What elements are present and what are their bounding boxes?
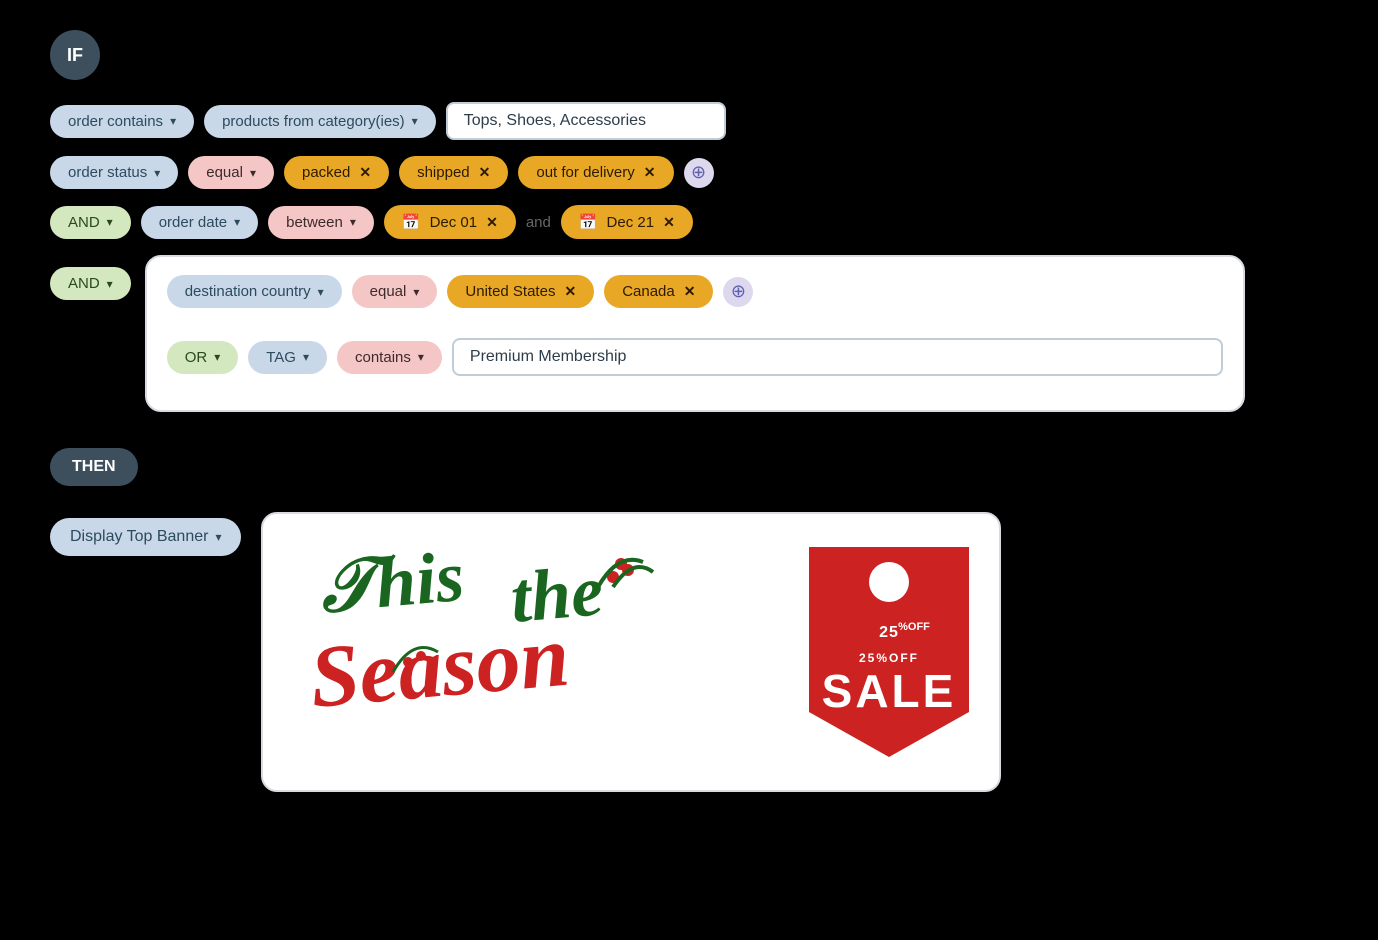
then-badge: THEN (50, 448, 138, 486)
shipped-tag[interactable]: shipped ✕ (399, 156, 508, 189)
tag-pill[interactable]: TAG ▾ (248, 341, 327, 374)
out-for-delivery-tag[interactable]: out for delivery ✕ (518, 156, 673, 189)
banner-area: Display Top Banner ▾ 𝒯his (50, 512, 1328, 792)
svg-text:25%OFF: 25%OFF (859, 651, 919, 665)
chevron-down-icon: ▾ (234, 215, 240, 229)
packed-tag[interactable]: packed ✕ (284, 156, 389, 189)
price-tag-area: 25 %OFF 25%OFF SALE (789, 547, 989, 757)
date2-pill[interactable]: 📅 Dec 21 ✕ (561, 205, 693, 239)
order-status-pill[interactable]: order status ▾ (50, 156, 178, 189)
banner-preview: 𝒯his the Season (261, 512, 1001, 792)
banner-svg: 𝒯his the Season (303, 532, 723, 772)
if-badge: IF (50, 30, 100, 80)
remove-date2-icon[interactable]: ✕ (663, 214, 675, 231)
order-contains-pill[interactable]: order contains ▾ (50, 105, 194, 138)
banner-text: 𝒯his the Season (273, 532, 789, 772)
nested-condition-box: destination country ▾ equal ▾ United Sta… (145, 255, 1245, 412)
chevron-down-icon: ▾ (107, 215, 113, 229)
chevron-down-icon: ▾ (350, 215, 356, 229)
order-date-pill[interactable]: order date ▾ (141, 206, 258, 239)
chevron-down-icon: ▾ (318, 285, 324, 299)
remove-delivery-icon[interactable]: ✕ (644, 164, 656, 181)
display-top-banner-pill[interactable]: Display Top Banner ▾ (50, 518, 241, 556)
between-pill[interactable]: between ▾ (268, 206, 374, 239)
chevron-down-icon: ▾ (214, 350, 220, 364)
condition-row-4: AND ▾ destination country ▾ equal ▾ Unit… (50, 255, 1328, 412)
destination-country-pill[interactable]: destination country ▾ (167, 275, 342, 308)
add-country-button[interactable]: ⊕ (723, 277, 753, 307)
date1-pill[interactable]: 📅 Dec 01 ✕ (384, 205, 516, 239)
chevron-down-icon: ▾ (418, 350, 424, 364)
contains-pill[interactable]: contains ▾ (337, 341, 442, 374)
chevron-down-icon: ▾ (154, 166, 160, 180)
remove-date1-icon[interactable]: ✕ (486, 214, 498, 231)
banner-content: 𝒯his the Season (263, 514, 999, 790)
remove-packed-icon[interactable]: ✕ (359, 164, 371, 181)
svg-text:%OFF: %OFF (899, 621, 931, 633)
and-text: and (526, 214, 551, 231)
chevron-down-icon: ▾ (170, 114, 176, 128)
chevron-down-icon: ▾ (303, 350, 309, 364)
chevron-down-icon: ▾ (215, 530, 221, 544)
category-input[interactable] (446, 102, 726, 140)
condition-row-3: AND ▾ order date ▾ between ▾ 📅 Dec 01 ✕ … (50, 205, 1328, 239)
united-states-tag[interactable]: United States ✕ (447, 275, 594, 308)
and-pill-1[interactable]: AND ▾ (50, 206, 131, 239)
svg-text:SALE: SALE (822, 665, 957, 717)
price-tag-svg: 25 %OFF 25%OFF SALE (799, 547, 979, 757)
or-pill[interactable]: OR ▾ (167, 341, 239, 374)
condition-row-2: order status ▾ equal ▾ packed ✕ shipped … (50, 156, 1328, 189)
calendar-icon: 📅 (579, 213, 598, 231)
membership-input[interactable] (452, 338, 1223, 376)
if-section: IF order contains ▾ products from catego… (50, 30, 1328, 412)
equal-pill[interactable]: equal ▾ (188, 156, 274, 189)
canada-tag[interactable]: Canada ✕ (604, 275, 713, 308)
nested-equal-pill[interactable]: equal ▾ (352, 275, 438, 308)
chevron-down-icon: ▾ (250, 166, 256, 180)
nested-row-1: destination country ▾ equal ▾ United Sta… (167, 275, 1223, 308)
chevron-down-icon: ▾ (412, 114, 418, 128)
remove-shipped-icon[interactable]: ✕ (479, 164, 491, 181)
chevron-down-icon: ▾ (107, 277, 113, 291)
nested-row-2: OR ▾ TAG ▾ contains ▾ (167, 338, 1223, 376)
add-status-button[interactable]: ⊕ (684, 158, 714, 188)
products-category-pill[interactable]: products from category(ies) ▾ (204, 105, 436, 138)
calendar-icon: 📅 (402, 213, 421, 231)
svg-text:𝒯his: 𝒯his (317, 536, 468, 628)
svg-text:25: 25 (880, 624, 900, 641)
then-section: THEN Display Top Banner ▾ 𝒯his (50, 448, 1328, 792)
chevron-down-icon: ▾ (413, 285, 419, 299)
remove-us-icon[interactable]: ✕ (564, 283, 576, 300)
main-container: IF order contains ▾ products from catego… (30, 20, 1348, 802)
and-pill-2[interactable]: AND ▾ (50, 267, 131, 300)
condition-row-1: order contains ▾ products from category(… (50, 102, 1328, 140)
remove-canada-icon[interactable]: ✕ (684, 283, 696, 300)
